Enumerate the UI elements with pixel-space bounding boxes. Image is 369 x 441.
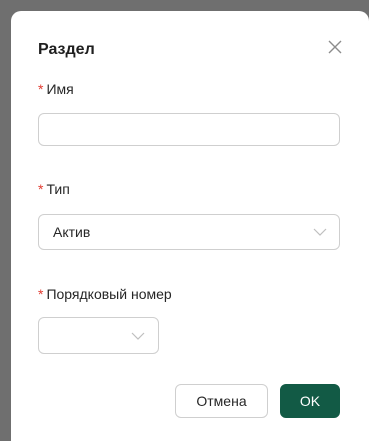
name-label-text: Имя: [46, 81, 74, 97]
required-mark: *: [38, 181, 44, 197]
type-select-value: Актив: [53, 224, 91, 240]
section-dialog: Раздел * Имя * Тип Актив * Порядковый номер…: [11, 11, 369, 441]
order-number-select[interactable]: [38, 317, 159, 354]
chevron-down-icon: [313, 228, 327, 236]
name-field-label: * Имя: [38, 81, 74, 97]
dialog-title: Раздел: [38, 41, 95, 58]
type-label-text: Тип: [46, 181, 70, 197]
ok-button[interactable]: OK: [280, 384, 340, 418]
order-field-label: * Порядковый номер: [38, 286, 172, 302]
close-button[interactable]: [323, 35, 347, 59]
order-label-text: Порядковый номер: [46, 286, 172, 302]
cancel-button[interactable]: Отмена: [175, 384, 268, 418]
chevron-down-icon: [131, 332, 145, 340]
required-mark: *: [38, 81, 44, 97]
type-select[interactable]: Актив: [38, 214, 340, 250]
required-mark: *: [38, 286, 44, 302]
type-field-label: * Тип: [38, 181, 70, 197]
name-input[interactable]: [38, 113, 340, 146]
close-icon: [328, 40, 342, 54]
